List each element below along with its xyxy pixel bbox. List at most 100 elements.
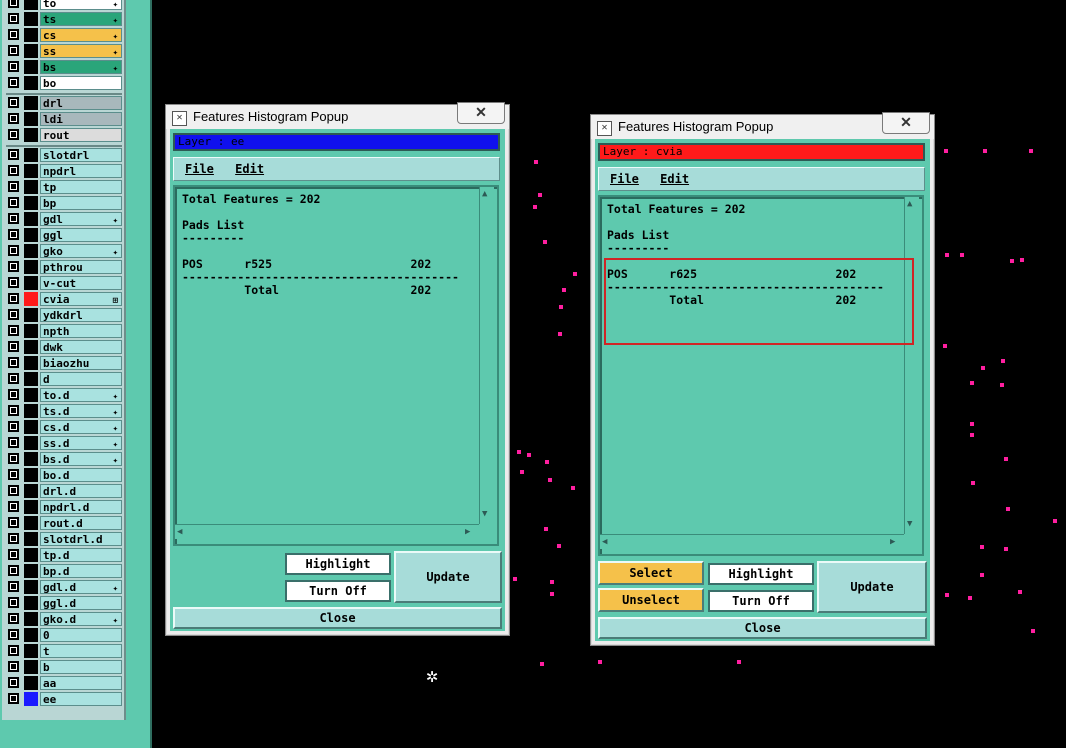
- layer-row-bp[interactable]: bp: [6, 196, 122, 210]
- layer-name[interactable]: cs ✦: [40, 28, 122, 42]
- layer-name[interactable]: biaozhu: [40, 356, 122, 370]
- layer-row-ggl-d[interactable]: ggl.d: [6, 596, 122, 610]
- menu-edit[interactable]: Edit: [235, 162, 264, 176]
- layer-row-to-d[interactable]: to.d ✦: [6, 388, 122, 402]
- layer-row-to[interactable]: to ✦: [6, 0, 122, 10]
- layer-name[interactable]: to ✦: [40, 0, 122, 10]
- layer-name[interactable]: bs ✦: [40, 60, 122, 74]
- layer-checkbox[interactable]: [8, 165, 19, 176]
- layer-row-bp-d[interactable]: bp.d: [6, 564, 122, 578]
- histogram-text-area[interactable]: Total Features = 202 Pads List ---------…: [173, 185, 499, 546]
- layer-row-npdrl-d[interactable]: npdrl.d: [6, 500, 122, 514]
- window-close-button[interactable]: ✕: [457, 102, 505, 124]
- layer-row-cs[interactable]: cs ✦: [6, 28, 122, 42]
- layer-checkbox[interactable]: [8, 373, 19, 384]
- layer-row-pthrou[interactable]: pthrou: [6, 260, 122, 274]
- layer-name[interactable]: rout.d: [40, 516, 122, 530]
- update-button[interactable]: Update: [817, 561, 927, 613]
- layer-name[interactable]: ts.d ✦: [40, 404, 122, 418]
- layer-name[interactable]: bp: [40, 196, 122, 210]
- layer-checkbox[interactable]: [8, 549, 19, 560]
- layer-checkbox[interactable]: [8, 0, 19, 8]
- layer-name[interactable]: bo: [40, 76, 122, 90]
- layer-checkbox[interactable]: [8, 149, 19, 160]
- scroll-up-arrow[interactable]: ▲: [907, 199, 912, 209]
- layer-row-v-cut[interactable]: v-cut: [6, 276, 122, 290]
- layer-row-npdrl[interactable]: npdrl: [6, 164, 122, 178]
- layer-checkbox[interactable]: [8, 29, 19, 40]
- scroll-down-arrow[interactable]: ▼: [907, 519, 912, 529]
- layer-row-gdl[interactable]: gdl ✦: [6, 212, 122, 226]
- window-close-button[interactable]: ✕: [882, 112, 930, 134]
- layer-name[interactable]: to.d ✦: [40, 388, 122, 402]
- layer-name[interactable]: gdl.d ✦: [40, 580, 122, 594]
- select-button[interactable]: Select: [598, 561, 704, 585]
- highlight-button[interactable]: Highlight: [285, 553, 391, 575]
- scroll-left-arrow[interactable]: ◀: [602, 537, 607, 547]
- layer-name[interactable]: gdl ✦: [40, 212, 122, 226]
- layer-checkbox[interactable]: [8, 469, 19, 480]
- layer-name[interactable]: ss ✦: [40, 44, 122, 58]
- layer-checkbox[interactable]: [8, 61, 19, 72]
- unselect-button[interactable]: Unselect: [598, 588, 704, 612]
- layer-checkbox[interactable]: [8, 213, 19, 224]
- layer-checkbox[interactable]: [8, 565, 19, 576]
- layer-checkbox[interactable]: [8, 485, 19, 496]
- layer-checkbox[interactable]: [8, 693, 19, 704]
- layer-name[interactable]: t: [40, 644, 122, 658]
- scroll-left-arrow[interactable]: ◀: [177, 527, 182, 537]
- layer-checkbox[interactable]: [8, 421, 19, 432]
- menu-file[interactable]: File: [185, 162, 214, 176]
- layer-checkbox[interactable]: [8, 389, 19, 400]
- layer-name[interactable]: drl: [40, 96, 122, 110]
- layer-checkbox[interactable]: [8, 45, 19, 56]
- layer-row-tp[interactable]: tp: [6, 180, 122, 194]
- layer-row-bo-d[interactable]: bo.d: [6, 468, 122, 482]
- layer-row-b[interactable]: b: [6, 660, 122, 674]
- vertical-scrollbar[interactable]: ▲ ▼: [479, 187, 494, 524]
- layer-checkbox[interactable]: [8, 597, 19, 608]
- layer-checkbox[interactable]: [8, 309, 19, 320]
- layer-checkbox[interactable]: [8, 181, 19, 192]
- layer-row-ldi[interactable]: ldi: [6, 112, 122, 126]
- close-button[interactable]: Close: [173, 607, 502, 629]
- layer-name[interactable]: ggl: [40, 228, 122, 242]
- layer-checkbox[interactable]: [8, 245, 19, 256]
- layer-name[interactable]: tp.d: [40, 548, 122, 562]
- layer-name[interactable]: tp: [40, 180, 122, 194]
- layer-name[interactable]: d: [40, 372, 122, 386]
- layer-name[interactable]: npdrl: [40, 164, 122, 178]
- layer-row-bs-d[interactable]: bs.d ✦: [6, 452, 122, 466]
- layer-name[interactable]: gko ✦: [40, 244, 122, 258]
- layer-name[interactable]: bo.d: [40, 468, 122, 482]
- layer-checkbox[interactable]: [8, 325, 19, 336]
- layer-checkbox[interactable]: [8, 677, 19, 688]
- layer-row-gko[interactable]: gko ✦: [6, 244, 122, 258]
- scroll-up-arrow[interactable]: ▲: [482, 189, 487, 199]
- layer-checkbox[interactable]: [8, 341, 19, 352]
- layer-name[interactable]: ydkdrl: [40, 308, 122, 322]
- scroll-right-arrow[interactable]: ▶: [890, 537, 895, 547]
- layer-name[interactable]: ts ✦: [40, 12, 122, 26]
- layer-name[interactable]: cvia ⊞: [40, 292, 122, 306]
- layer-name[interactable]: pthrou: [40, 260, 122, 274]
- layer-row-ggl[interactable]: ggl: [6, 228, 122, 242]
- layer-row-slotdrl[interactable]: slotdrl: [6, 148, 122, 162]
- layer-checkbox[interactable]: [8, 113, 19, 124]
- layer-row-drl[interactable]: drl: [6, 96, 122, 110]
- layer-row-ee[interactable]: ee: [6, 692, 122, 706]
- layer-checkbox[interactable]: [8, 437, 19, 448]
- layer-row-t[interactable]: t: [6, 644, 122, 658]
- layer-checkbox[interactable]: [8, 97, 19, 108]
- layer-row-cvia[interactable]: cvia ⊞: [6, 292, 122, 306]
- layer-row-drl-d[interactable]: drl.d: [6, 484, 122, 498]
- layer-checkbox[interactable]: [8, 405, 19, 416]
- layer-name[interactable]: ggl.d: [40, 596, 122, 610]
- layer-name[interactable]: npth: [40, 324, 122, 338]
- layer-name[interactable]: dwk: [40, 340, 122, 354]
- layer-row-rout-d[interactable]: rout.d: [6, 516, 122, 530]
- layer-checkbox[interactable]: [8, 261, 19, 272]
- layer-checkbox[interactable]: [8, 77, 19, 88]
- layer-checkbox[interactable]: [8, 613, 19, 624]
- layer-checkbox[interactable]: [8, 517, 19, 528]
